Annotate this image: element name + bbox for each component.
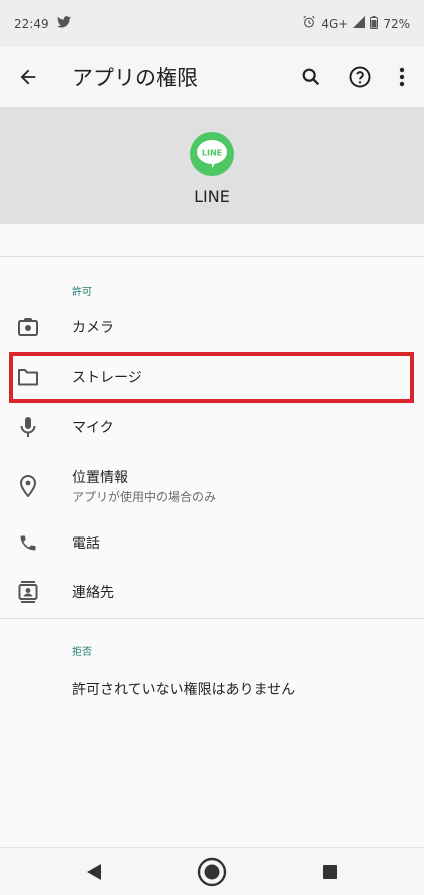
app-bar: アプリの権限 <box>0 47 424 107</box>
navigation-bar <box>0 847 424 895</box>
app-name: LINE <box>194 187 230 206</box>
page-title: アプリの権限 <box>72 66 198 90</box>
help-icon[interactable] <box>346 63 374 91</box>
twitter-icon <box>56 16 71 31</box>
permission-label: マイク <box>72 420 114 436</box>
line-logo-icon: LINE <box>190 132 234 176</box>
back-triangle-icon[interactable] <box>79 857 109 887</box>
svg-text:LINE: LINE <box>202 149 222 158</box>
back-arrow-icon[interactable] <box>14 63 42 91</box>
highlight-box <box>9 352 414 403</box>
divider <box>0 618 424 619</box>
permission-microphone[interactable]: マイク <box>0 403 424 451</box>
allowed-section-label: 許可 <box>72 287 92 298</box>
app-header: LINE LINE <box>0 107 424 224</box>
permission-camera[interactable]: カメラ <box>0 303 424 351</box>
permission-label: 電話 <box>72 536 100 552</box>
divider <box>0 256 424 257</box>
permission-label: 位置情報 <box>72 470 128 486</box>
home-circle-icon[interactable] <box>197 857 227 887</box>
permission-contacts[interactable]: 連絡先 <box>0 568 424 616</box>
more-vert-icon[interactable] <box>388 63 416 91</box>
permission-label: カメラ <box>72 320 114 336</box>
status-bar: 22:49 4G+ 72% <box>0 0 424 47</box>
signal-icon <box>353 16 366 31</box>
battery-icon <box>370 15 379 32</box>
permission-label: 連絡先 <box>72 585 114 601</box>
alarm-icon <box>302 15 316 32</box>
status-time: 22:49 <box>14 16 49 31</box>
camera-icon <box>16 315 40 339</box>
location-icon <box>16 474 40 498</box>
phone-icon <box>16 531 40 555</box>
recents-square-icon[interactable] <box>315 857 345 887</box>
mic-icon <box>16 415 40 439</box>
denied-section-label: 拒否 <box>72 647 92 658</box>
permission-phone[interactable]: 電話 <box>0 519 424 567</box>
network-type: 4G+ <box>321 16 349 31</box>
denied-empty-text: 許可されていない権限はありません <box>72 682 296 698</box>
battery-level: 72% <box>383 16 410 31</box>
contacts-icon <box>16 580 40 604</box>
permission-sublabel: アプリが使用中の場合のみ <box>72 490 217 504</box>
search-icon[interactable] <box>297 63 325 91</box>
permission-location[interactable]: 位置情報 アプリが使用中の場合のみ <box>0 461 424 511</box>
